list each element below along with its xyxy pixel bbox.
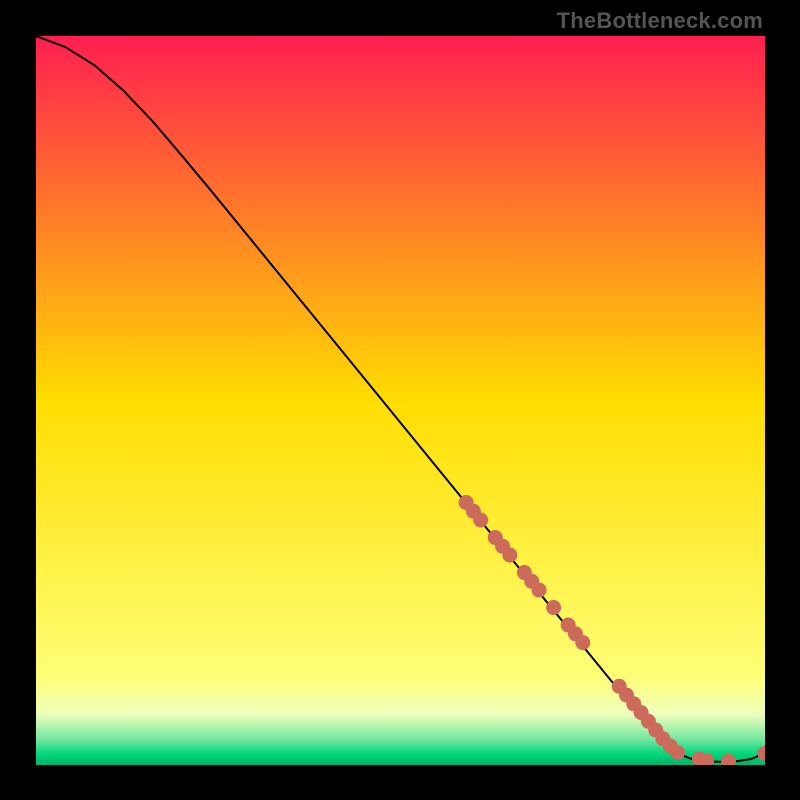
chart-svg: [36, 36, 765, 765]
chart-frame: TheBottleneck.com: [0, 0, 800, 800]
series-markers-point: [575, 635, 590, 650]
series-markers-point: [670, 745, 685, 760]
plot-area: [36, 36, 765, 765]
series-markers-point: [546, 600, 561, 615]
series-markers-point: [502, 547, 517, 562]
series-markers-point: [531, 582, 546, 597]
watermark-text: TheBottleneck.com: [557, 8, 763, 34]
series-markers-point: [473, 512, 488, 527]
